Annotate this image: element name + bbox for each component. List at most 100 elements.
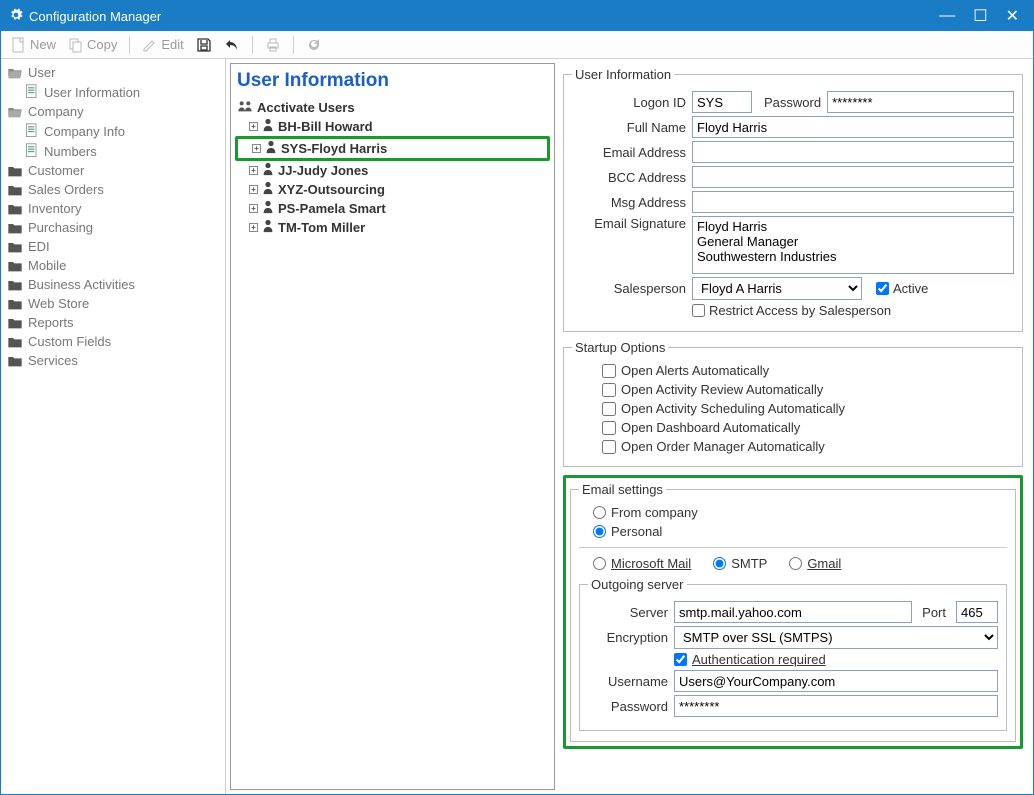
msg-address-input[interactable] <box>692 191 1014 213</box>
sidebar-item[interactable]: Web Store <box>3 294 223 313</box>
tree-header[interactable]: Acctivate Users <box>235 98 550 117</box>
radio-from-company[interactable] <box>593 506 606 519</box>
startup-option[interactable]: Open Dashboard Automatically <box>572 418 1014 437</box>
label-port: Port <box>922 605 946 620</box>
sidebar-item[interactable]: Company <box>3 102 223 121</box>
sidebar-item[interactable]: Company Info <box>3 121 223 141</box>
new-icon <box>11 37 27 53</box>
encryption-select[interactable]: SMTP over SSL (SMTPS) <box>674 626 998 649</box>
auth-required-checkbox[interactable] <box>674 653 687 666</box>
legend-email: Email settings <box>579 482 666 497</box>
sidebar-item[interactable]: Custom Fields <box>3 332 223 351</box>
label-email-signature: Email Signature <box>572 216 686 231</box>
radio-from-company-row[interactable]: From company <box>579 503 1007 522</box>
close-button[interactable]: ✕ <box>1006 6 1019 26</box>
legend-userinfo: User Information <box>572 67 674 82</box>
restrict-checkbox[interactable] <box>692 304 705 317</box>
radio-gmail-row[interactable]: Gmail <box>789 556 841 571</box>
separator <box>252 36 253 54</box>
sidebar-item[interactable]: Purchasing <box>3 218 223 237</box>
sidebar-item[interactable]: Customer <box>3 161 223 180</box>
user-row[interactable]: +JJ-Judy Jones <box>235 161 550 180</box>
users-icon <box>237 99 253 116</box>
logon-id-input[interactable] <box>692 91 752 113</box>
maximize-button[interactable]: ☐ <box>973 6 987 26</box>
startup-checkbox[interactable] <box>602 421 616 435</box>
user-row[interactable]: +SYS-Floyd Harris <box>235 136 550 161</box>
minimize-button[interactable]: — <box>939 7 955 25</box>
radio-gmail[interactable] <box>789 557 802 570</box>
refresh-button[interactable] <box>302 35 326 55</box>
undo-button[interactable] <box>220 35 244 55</box>
save-icon <box>196 37 212 53</box>
radio-personal[interactable] <box>593 525 606 538</box>
bcc-address-input[interactable] <box>692 166 1014 188</box>
startup-option[interactable]: Open Order Manager Automatically <box>572 437 1014 456</box>
expand-icon[interactable]: + <box>249 185 258 194</box>
sidebar-item[interactable]: User <box>3 63 223 82</box>
expand-icon[interactable]: + <box>252 144 261 153</box>
print-icon <box>265 37 281 53</box>
label-logon-id: Logon ID <box>572 95 686 110</box>
sidebar-item[interactable]: Reports <box>3 313 223 332</box>
radio-personal-row[interactable]: Personal <box>579 522 1007 541</box>
startup-checkbox[interactable] <box>602 402 616 416</box>
full-name-input[interactable] <box>692 116 1014 138</box>
active-checkbox[interactable] <box>876 282 889 295</box>
startup-option[interactable]: Open Alerts Automatically <box>572 361 1014 380</box>
label-email-address: Email Address <box>572 145 686 160</box>
radio-smtp[interactable] <box>713 557 726 570</box>
edit-button[interactable]: Edit <box>138 35 187 55</box>
window-title: Configuration Manager <box>29 9 161 24</box>
password-input[interactable] <box>827 91 1014 113</box>
user-row[interactable]: +TM-Tom Miller <box>235 218 550 237</box>
email-signature-input[interactable]: Floyd Harris General Manager Southwester… <box>692 216 1014 274</box>
label-username: Username <box>588 674 668 689</box>
email-address-input[interactable] <box>692 141 1014 163</box>
expand-icon[interactable]: + <box>249 204 258 213</box>
active-checkbox-wrap[interactable]: Active <box>876 281 928 296</box>
refresh-icon <box>306 37 322 53</box>
user-row[interactable]: +XYZ-Outsourcing <box>235 180 550 199</box>
sidebar-item[interactable]: User Information <box>3 82 223 102</box>
expand-icon[interactable]: + <box>249 166 258 175</box>
startup-checkbox[interactable] <box>602 383 616 397</box>
expand-icon[interactable]: + <box>249 223 258 232</box>
user-row[interactable]: +PS-Pamela Smart <box>235 199 550 218</box>
sidebar-item[interactable]: Services <box>3 351 223 370</box>
restrict-checkbox-wrap[interactable]: Restrict Access by Salesperson <box>692 303 891 318</box>
startup-option[interactable]: Open Activity Review Automatically <box>572 380 1014 399</box>
separator <box>579 547 1007 548</box>
print-button[interactable] <box>261 35 285 55</box>
legend-startup: Startup Options <box>572 340 668 355</box>
gear-icon <box>9 8 23 25</box>
sidebar-item[interactable]: Business Activities <box>3 275 223 294</box>
user-row[interactable]: +BH-Bill Howard <box>235 117 550 136</box>
separator <box>293 36 294 54</box>
sidebar-item[interactable]: Numbers <box>3 141 223 161</box>
label-email-password: Password <box>588 699 668 714</box>
startup-checkbox[interactable] <box>602 364 616 378</box>
sidebar-item[interactable]: Sales Orders <box>3 180 223 199</box>
startup-checkbox[interactable] <box>602 440 616 454</box>
username-input[interactable] <box>674 670 998 692</box>
email-settings-group: Email settings From company Personal Mic… <box>570 482 1016 742</box>
separator <box>129 36 130 54</box>
server-input[interactable] <box>674 601 912 623</box>
expand-icon[interactable]: + <box>249 122 258 131</box>
new-button[interactable]: New <box>7 35 60 55</box>
sidebar-item[interactable]: Inventory <box>3 199 223 218</box>
salesperson-select[interactable]: Floyd A Harris <box>692 277 862 300</box>
save-button[interactable] <box>192 35 216 55</box>
email-password-input[interactable] <box>674 695 998 717</box>
sidebar-item[interactable]: EDI <box>3 237 223 256</box>
radio-smtp-row[interactable]: SMTP <box>713 556 767 571</box>
startup-option[interactable]: Open Activity Scheduling Automatically <box>572 399 1014 418</box>
sidebar-item[interactable]: Mobile <box>3 256 223 275</box>
port-input[interactable] <box>956 601 998 623</box>
auth-required-row[interactable]: Authentication required <box>674 652 826 667</box>
radio-msmail[interactable] <box>593 557 606 570</box>
copy-button[interactable]: Copy <box>64 35 121 55</box>
radio-msmail-row[interactable]: Microsoft Mail <box>593 556 691 571</box>
person-icon <box>262 181 274 198</box>
